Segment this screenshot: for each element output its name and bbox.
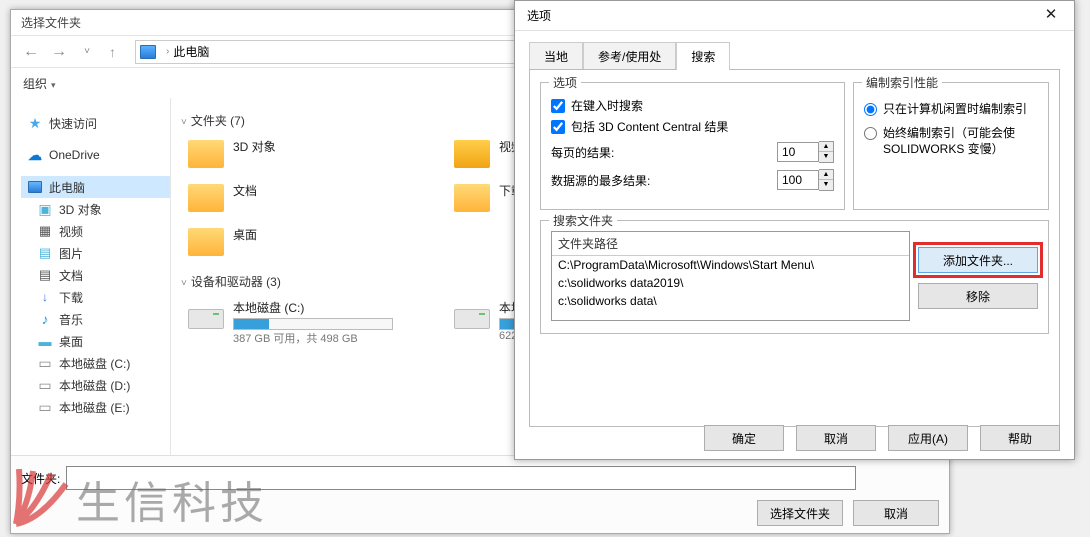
nav-forward-button[interactable]: → [47,40,71,64]
tab-references[interactable]: 参考/使用处 [583,42,676,70]
tab-local[interactable]: 当地 [529,42,583,70]
folder-field-label: 文件夹: [21,470,60,487]
monitor-icon [140,45,156,59]
folder-item[interactable]: 桌面 [187,225,447,259]
search-folders-legend: 搜索文件夹 [549,212,617,229]
sidebar-item-3d[interactable]: 3D 对象 [21,198,170,220]
chevron-down-icon: ˅ [181,278,187,289]
cancel-button[interactable]: 取消 [796,425,876,451]
sidebar-item-drive-e[interactable]: 本地磁盘 (E:) [21,396,170,418]
remove-folder-button[interactable]: 移除 [918,283,1038,309]
spinner[interactable]: ▲▼ [819,141,834,163]
sidebar-quick-access[interactable]: 快速访问 [21,112,170,134]
sidebar-item-drive-c[interactable]: 本地磁盘 (C:) [21,352,170,374]
indexing-fieldset: 编制索引性能 只在计算机闲置时编制索引 始终编制索引（可能会使 SOLIDWOR… [853,82,1049,210]
sidebar-item-video[interactable]: 视频 [21,220,170,242]
options-footer: 确定 取消 应用(A) 帮助 [704,425,1060,451]
add-folder-button[interactable]: 添加文件夹... [918,247,1038,273]
cube-icon [37,201,53,217]
max-results-input[interactable] [777,170,819,190]
sidebar-this-pc[interactable]: 此电脑 [21,176,170,198]
drive-icon [37,399,53,415]
nav-recent-button[interactable]: ˅ [75,40,99,64]
drive-usage-bar [233,318,393,330]
tab-strip: 当地 参考/使用处 搜索 [515,31,1074,69]
document-icon [37,267,53,283]
folder-item[interactable]: 3D 对象 [187,137,447,171]
sidebar-item-drive-d[interactable]: 本地磁盘 (D:) [21,374,170,396]
ok-button[interactable]: 确定 [704,425,784,451]
folder-path-list[interactable]: 文件夹路径 C:\ProgramData\Microsoft\Windows\S… [551,231,910,321]
path-item[interactable]: C:\ProgramData\Microsoft\Windows\Start M… [552,256,909,274]
search-folders-fieldset: 搜索文件夹 文件夹路径 C:\ProgramData\Microsoft\Win… [540,220,1049,334]
chevron-down-icon: ˅ [181,117,187,128]
max-results-label: 数据源的最多结果: [551,172,650,189]
nav-up-button[interactable]: ↑ [109,42,129,62]
folder-icon [188,140,224,168]
sidebar-item-documents[interactable]: 文档 [21,264,170,286]
folder-item[interactable]: 文档 [187,181,447,215]
tab-body: 选项 在键入时搜索 包括 3D Content Central 结果 每页的结果… [529,69,1060,427]
folder-icon [188,184,224,212]
desktop-icon [37,333,53,349]
cancel-button[interactable]: 取消 [853,500,939,526]
chevron-down-icon: ▼ [819,152,833,162]
music-icon [37,311,53,327]
monitor-icon [27,179,43,195]
nav-back-button[interactable]: ← [19,40,43,64]
radio-index-always[interactable]: 始终编制索引（可能会使 SOLIDWORKS 变慢） [864,125,1038,157]
breadcrumb-item[interactable]: 此电脑 [173,43,209,60]
sidebar-item-downloads[interactable]: 下载 [21,286,170,308]
drive-item[interactable]: 本地磁盘 (C:) 387 GB 可用，共 498 GB [187,298,447,346]
select-folder-button[interactable]: 选择文件夹 [757,500,843,526]
radio-index-idle[interactable]: 只在计算机闲置时编制索引 [864,101,1038,117]
indexing-legend: 编制索引性能 [862,74,942,91]
bottom-bar: 文件夹: 选择文件夹 取消 [11,455,949,533]
folder-icon [188,228,224,256]
folder-icon [454,140,490,168]
path-column-header: 文件夹路径 [552,232,909,256]
sidebar: 快速访问 OneDrive 此电脑 3D 对象 视频 图片 文档 下载 音乐 桌… [11,98,171,478]
drive-icon [37,355,53,371]
close-icon[interactable]: ✕ [1036,5,1066,27]
path-item[interactable]: c:\solidworks data\ [552,292,909,310]
film-icon [37,223,53,239]
chevron-down-icon: ▼ [819,180,833,190]
sidebar-onedrive[interactable]: OneDrive [21,144,170,166]
results-per-page-input[interactable] [777,142,819,162]
options-dialog: 选项 ✕ 当地 参考/使用处 搜索 选项 在键入时搜索 包括 3D Conten… [514,0,1075,460]
help-button[interactable]: 帮助 [980,425,1060,451]
download-icon [37,289,53,305]
drive-icon [454,309,490,329]
chevron-up-icon: ▲ [819,170,833,180]
sidebar-item-music[interactable]: 音乐 [21,308,170,330]
sidebar-item-pictures[interactable]: 图片 [21,242,170,264]
checkbox-search-while-typing[interactable]: 在键入时搜索 [551,97,834,114]
chevron-up-icon: ▲ [819,142,833,152]
options-legend: 选项 [549,74,581,91]
checkbox-include-3d-content[interactable]: 包括 3D Content Central 结果 [551,118,834,135]
options-fieldset: 选项 在键入时搜索 包括 3D Content Central 结果 每页的结果… [540,82,845,210]
folder-name-input[interactable] [66,466,856,490]
folder-icon [454,184,490,212]
drive-icon [188,309,224,329]
apply-button[interactable]: 应用(A) [888,425,968,451]
picture-icon [37,245,53,261]
tab-search[interactable]: 搜索 [676,42,730,70]
results-per-page-label: 每页的结果: [551,144,614,161]
organize-menu[interactable]: 组织▾ [23,75,56,92]
sidebar-item-desktop[interactable]: 桌面 [21,330,170,352]
spinner[interactable]: ▲▼ [819,169,834,191]
star-icon [27,115,43,131]
path-item[interactable]: c:\solidworks data2019\ [552,274,909,292]
options-titlebar: 选项 ✕ [515,1,1074,31]
options-title: 选项 [527,7,551,24]
breadcrumb-sep: › [166,46,169,57]
drive-icon [37,377,53,393]
cloud-icon [27,147,43,163]
